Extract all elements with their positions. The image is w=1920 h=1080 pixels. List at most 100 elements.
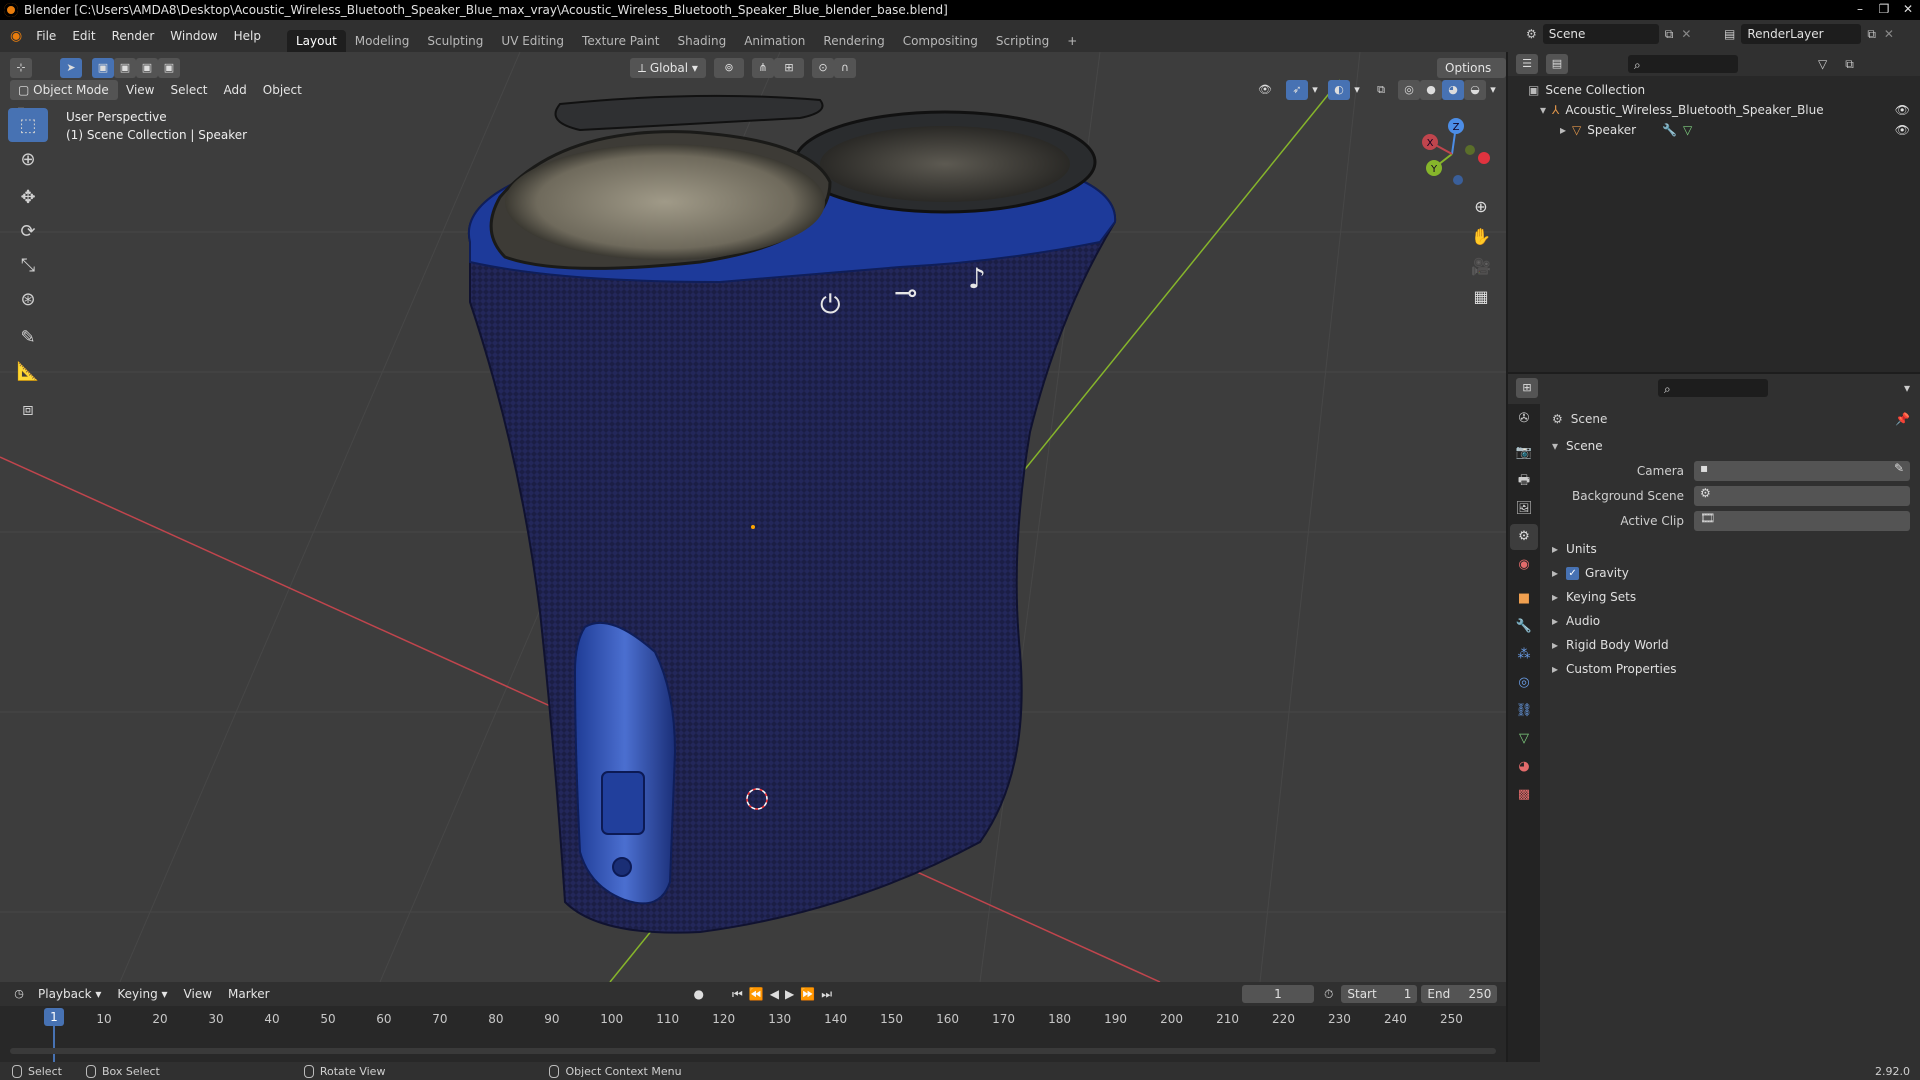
scene-panel-header[interactable]: ▾ Scene	[1544, 434, 1920, 458]
viewport-menu-object[interactable]: Object	[255, 80, 310, 100]
maximize-button[interactable]: ❐	[1872, 0, 1896, 20]
material-preview-shading-icon[interactable]: ◕	[1442, 80, 1464, 100]
scale-tool-icon[interactable]: ⤡	[8, 248, 48, 282]
select-mode-extend-icon[interactable]: ▣	[114, 58, 136, 78]
modifier-tab-icon[interactable]: 🔧	[1510, 614, 1538, 640]
end-frame-field[interactable]: End 250	[1421, 985, 1498, 1003]
proportional-falloff-icon[interactable]: ∩	[833, 58, 856, 78]
constraints-tab-icon[interactable]: ⛓	[1510, 698, 1538, 724]
eyedropper-icon[interactable]: ✎	[1894, 461, 1904, 475]
properties-editor-type-icon[interactable]: ⊞	[1516, 378, 1538, 398]
wireframe-shading-icon[interactable]: ◎	[1398, 80, 1420, 100]
menu-render[interactable]: Render	[104, 25, 163, 47]
shading-dropdown-icon[interactable]: ▾	[1486, 80, 1500, 100]
jump-end-icon[interactable]: ⏭	[821, 987, 832, 1002]
select-tool-icon[interactable]: ➤	[60, 58, 82, 78]
prev-keyframe-icon[interactable]: ⏪	[749, 987, 764, 1001]
menu-window[interactable]: Window	[162, 25, 225, 47]
camera-view-icon[interactable]: 🎥	[1466, 252, 1496, 282]
orientation-axes[interactable]: Z Y X	[1410, 112, 1490, 192]
zoom-icon[interactable]: ⊕	[1466, 192, 1496, 222]
render-tab-icon[interactable]: 📷	[1510, 440, 1538, 466]
close-button[interactable]: ✕	[1896, 0, 1920, 20]
menu-help[interactable]: Help	[226, 25, 269, 47]
navigation-gizmo[interactable]: Z Y X	[1410, 112, 1490, 192]
select-mode-invert-icon[interactable]: ▣	[158, 58, 180, 78]
speaker-model[interactable]	[467, 94, 1117, 934]
properties-search-field[interactable]: ⌕	[1658, 379, 1768, 397]
pivot-point-icon[interactable]: ⊚	[713, 58, 744, 78]
select-box-tool-icon[interactable]: ⬚	[8, 108, 48, 142]
timeline-menu-view[interactable]: View	[176, 984, 220, 1004]
object-mode-dropdown[interactable]: ▢ Object Mode ▾	[10, 80, 118, 117]
physics-tab-icon[interactable]: ◎	[1510, 670, 1538, 696]
rotate-tool-icon[interactable]: ⟳	[8, 214, 48, 248]
next-keyframe-icon[interactable]: ⏩	[800, 987, 815, 1001]
tab-shading[interactable]: Shading	[668, 30, 735, 52]
snap-target-icon[interactable]: ⊞	[773, 58, 804, 78]
snap-icon[interactable]: ⋔	[751, 58, 774, 78]
new-collection-icon[interactable]: ⧉	[1845, 57, 1854, 72]
tab-uv-editing[interactable]: UV Editing	[492, 30, 573, 52]
delete-scene-icon[interactable]: ✕	[1681, 27, 1691, 41]
jump-start-icon[interactable]: ⏮	[732, 987, 743, 1002]
move-tool-icon[interactable]: ✥	[8, 180, 48, 214]
display-mode-icon[interactable]: ▤	[1546, 54, 1568, 74]
custom-properties-panel[interactable]: ▸ Custom Properties	[1544, 657, 1920, 681]
xray-toggle-icon[interactable]: ⧉	[1370, 80, 1392, 100]
new-scene-icon[interactable]: ⧉	[1665, 27, 1674, 42]
pan-hand-icon[interactable]: ✋	[1466, 222, 1496, 252]
tree-item-scene-collection[interactable]: ▣ Scene Collection	[1528, 80, 1920, 100]
audio-panel[interactable]: ▸ Audio	[1544, 609, 1920, 633]
texture-tab-icon[interactable]: ▩	[1510, 782, 1538, 808]
menu-file[interactable]: File	[28, 25, 64, 47]
tab-compositing[interactable]: Compositing	[894, 30, 987, 52]
play-icon[interactable]: ▶	[785, 987, 794, 1001]
overlays-dropdown-icon[interactable]: ▾	[1350, 80, 1364, 100]
tab-sculpting[interactable]: Sculpting	[418, 30, 492, 52]
proportional-edit-icon[interactable]: ⊙	[811, 58, 834, 78]
gravity-panel[interactable]: ▸ ✓ Gravity	[1544, 561, 1920, 585]
start-frame-field[interactable]: Start 1	[1341, 985, 1418, 1003]
playhead-frame[interactable]: 1	[44, 1008, 64, 1026]
visibility-eye-icon[interactable]: 👁	[1895, 120, 1910, 140]
minimize-button[interactable]: –	[1848, 0, 1872, 20]
rendered-shading-icon[interactable]: ◒	[1464, 80, 1486, 100]
filter-icon[interactable]: ▽	[1818, 57, 1827, 71]
menu-edit[interactable]: Edit	[64, 25, 103, 47]
timeline-menu-marker[interactable]: Marker	[220, 984, 277, 1004]
solid-shading-icon[interactable]: ●	[1420, 80, 1442, 100]
transform-tool-icon[interactable]: ⊛	[8, 282, 48, 316]
current-frame-field[interactable]: 1	[1242, 985, 1314, 1003]
scene-selector[interactable]: Scene	[1542, 24, 1659, 44]
object-tab-icon[interactable]: ■	[1510, 586, 1538, 612]
annotate-tool-icon[interactable]: ✎	[8, 320, 48, 354]
timeline-menu-playback[interactable]: Playback ▾	[30, 984, 109, 1004]
viewport-menu-view[interactable]: View	[118, 80, 162, 100]
select-mode-new-icon[interactable]: ▣	[92, 58, 114, 78]
viewport-menu-add[interactable]: Add	[216, 80, 255, 100]
timeline-editor-type-icon[interactable]: ◷	[8, 984, 30, 1004]
properties-menu-icon[interactable]: ▾	[1904, 381, 1910, 395]
mesh-data-tab-icon[interactable]: ▽	[1510, 726, 1538, 752]
renderlayer-selector[interactable]: RenderLayer	[1741, 24, 1862, 44]
transform-orientation-dropdown[interactable]: ⟂ Global ▾	[630, 58, 706, 78]
measure-tool-icon[interactable]: 📐	[8, 354, 48, 388]
delete-renderlayer-icon[interactable]: ✕	[1884, 27, 1894, 41]
timeline-menu-keying[interactable]: Keying ▾	[109, 984, 175, 1004]
particles-tab-icon[interactable]: ⁂	[1510, 642, 1538, 668]
options-dropdown[interactable]: Options ▾	[1437, 58, 1506, 95]
overlays-toggle-icon[interactable]: ◐	[1328, 80, 1350, 100]
tab-texture-paint[interactable]: Texture Paint	[573, 30, 668, 52]
tab-animation[interactable]: Animation	[735, 30, 814, 52]
tab-scripting[interactable]: Scripting	[987, 30, 1058, 52]
material-tab-icon[interactable]: ◕	[1510, 754, 1538, 780]
camera-field[interactable]: ▪ ✎	[1694, 460, 1910, 481]
collapse-arrow-icon[interactable]: ▾	[1540, 100, 1546, 120]
cursor-tool-icon[interactable]: ⊕	[8, 142, 48, 176]
3d-viewport[interactable]: ⏻ ⊸ ♪ ⊹ ➤ ▣ ▣ ▣ ▣ ⟂ Global ▾ ⊚ ⋔ ⊞ ⊙ ∩ O…	[0, 52, 1506, 982]
visibility-icon[interactable]: 👁	[1250, 80, 1280, 100]
gizmo-toggle-icon[interactable]: ➶	[1286, 80, 1308, 100]
outliner-search-field[interactable]: ⌕	[1628, 55, 1738, 73]
tab-rendering[interactable]: Rendering	[814, 30, 893, 52]
